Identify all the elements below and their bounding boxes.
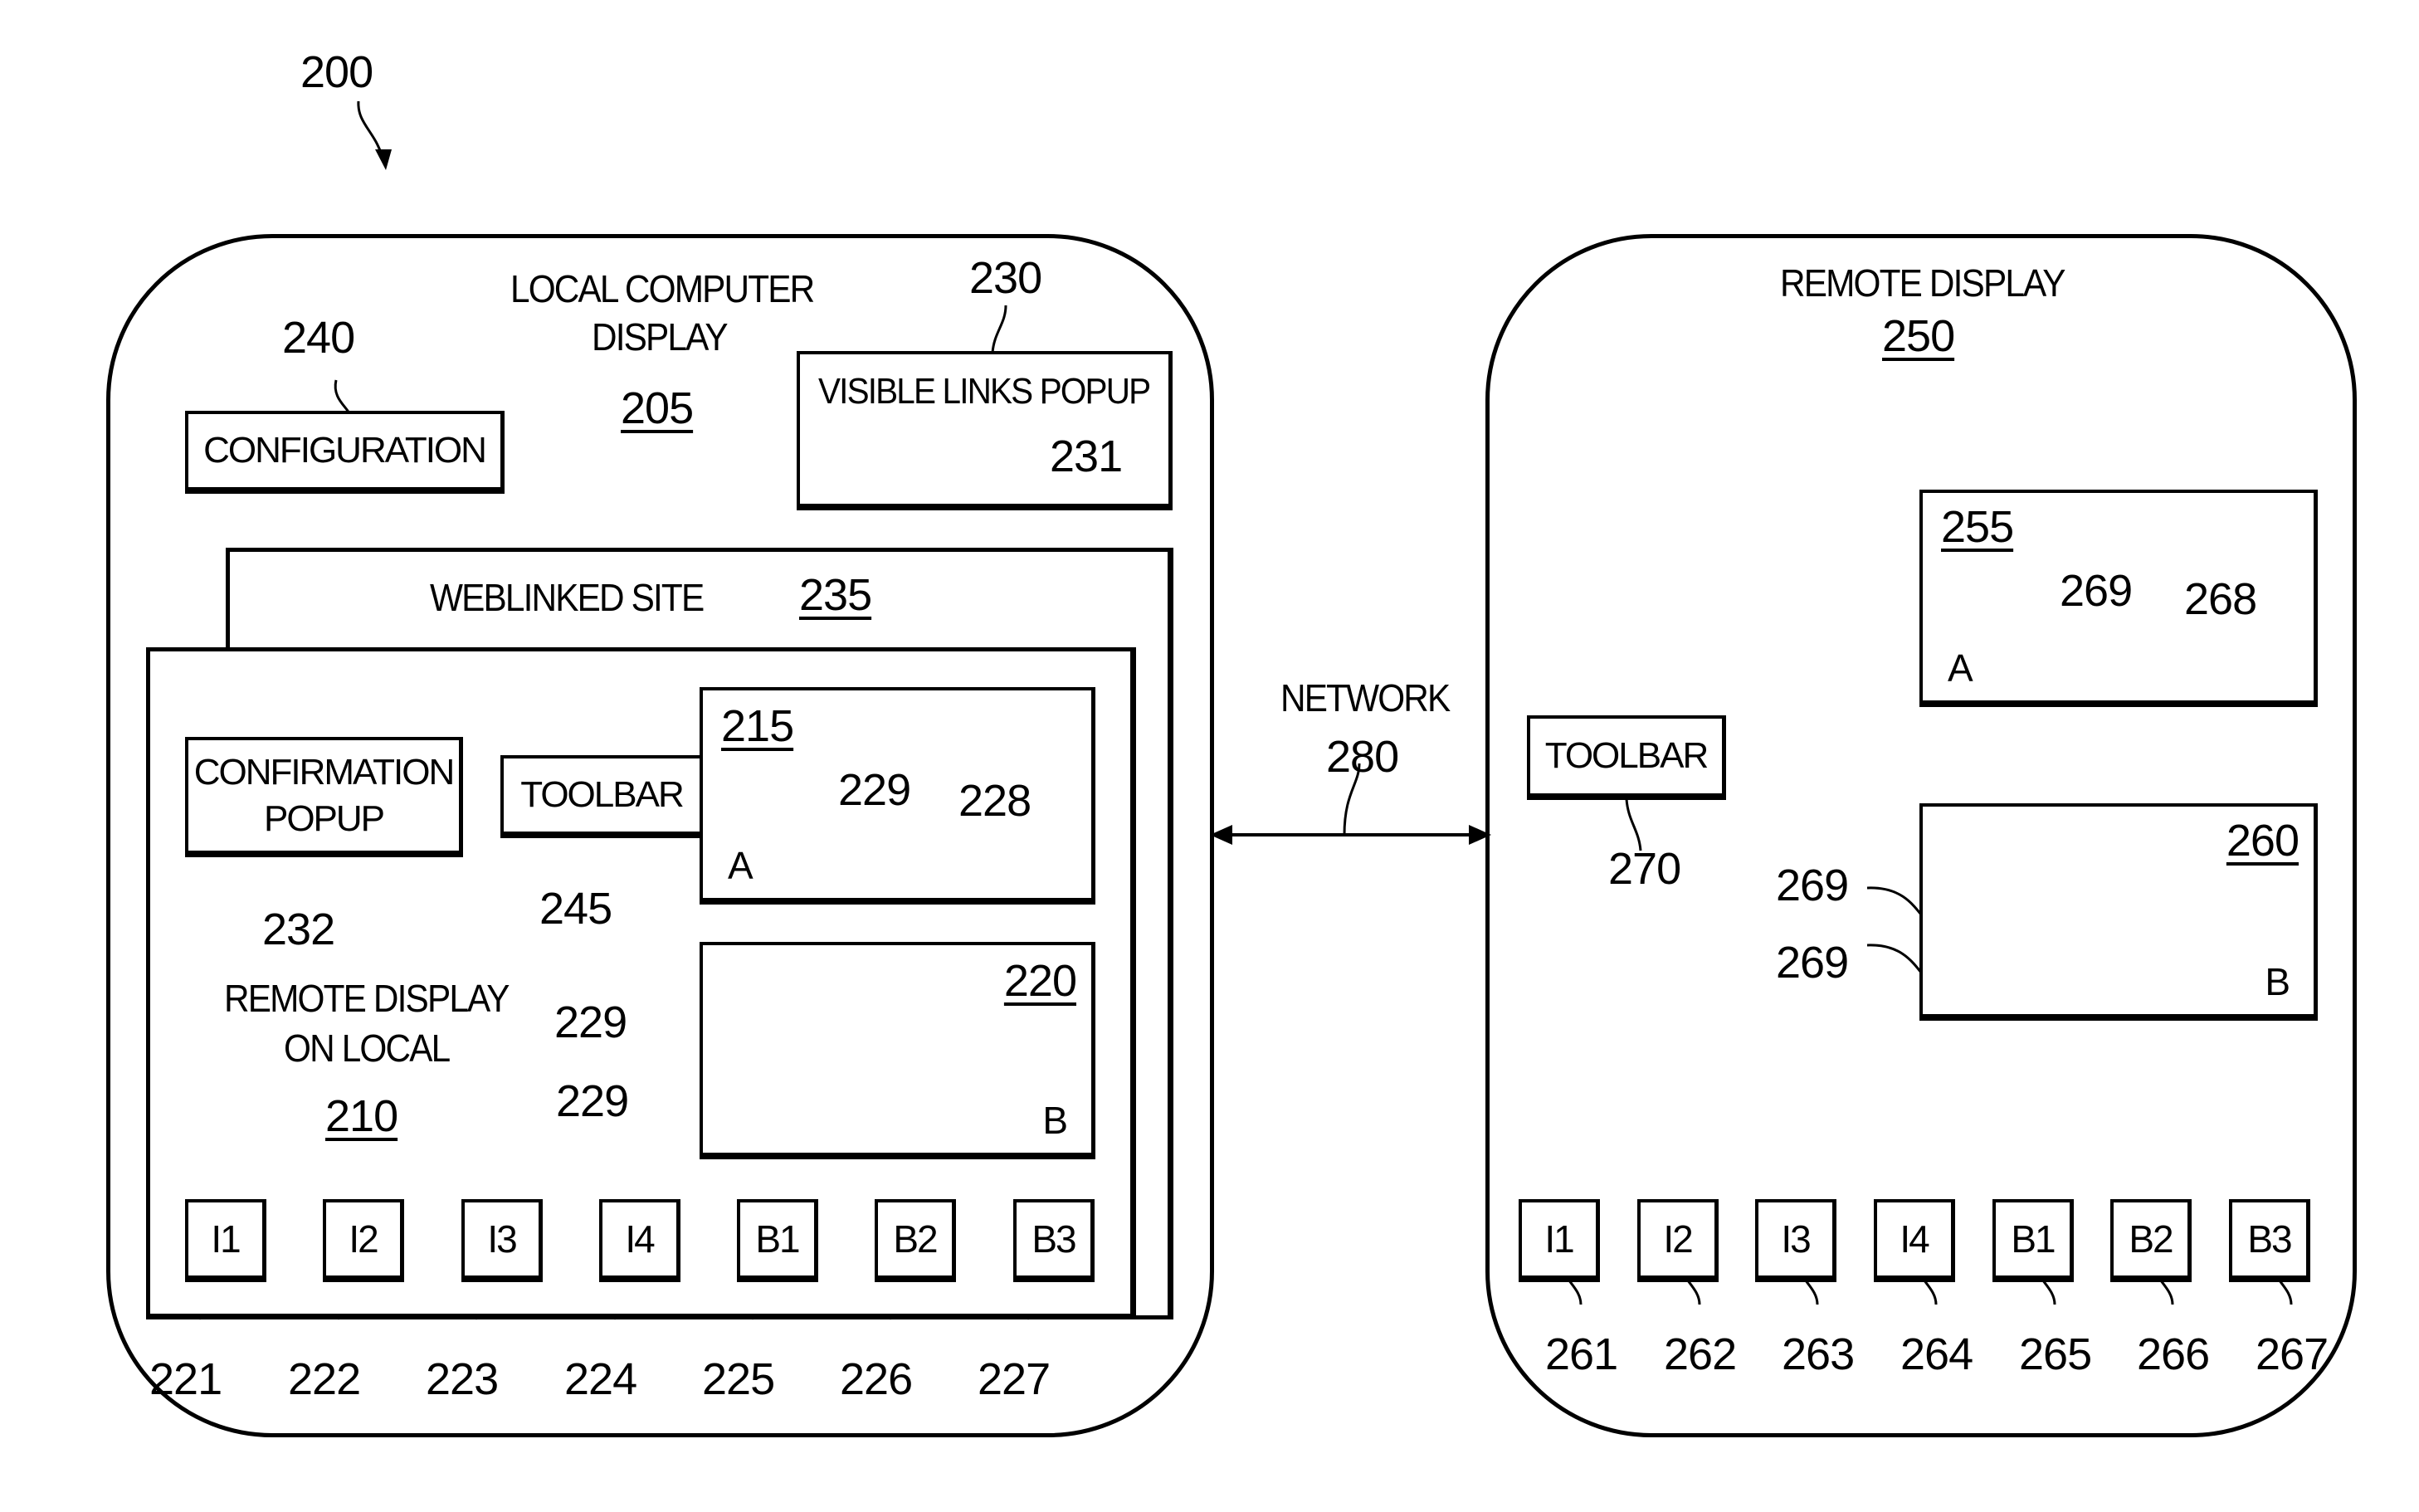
remote-window-a-ref: 255: [1941, 502, 2014, 552]
network-label: NETWORK: [1280, 676, 1451, 719]
remote-icon-b3-label: B3: [2247, 1217, 2292, 1261]
remote-toolbar-label: TOOLBAR: [1544, 735, 1709, 776]
remote-icon-i3-label: I3: [1781, 1217, 1811, 1261]
remote-icon-i2[interactable]: I2: [1637, 1199, 1719, 1282]
figure-ref-label: 200: [300, 47, 373, 97]
visible-links-popup-ref: 230: [969, 253, 1042, 303]
local-toolbar-label: TOOLBAR: [520, 774, 684, 815]
remote-window-b-link-ref-1: 269: [1776, 861, 1849, 910]
local-icon-i2-label: I2: [349, 1217, 378, 1261]
local-icon-b2-ref: 226: [840, 1354, 913, 1404]
remote-toolbar[interactable]: TOOLBAR: [1527, 715, 1726, 800]
remote-icon-i4-label: I4: [1900, 1217, 1929, 1261]
local-icon-b2-label: B2: [893, 1217, 938, 1261]
local-icon-b3[interactable]: B3: [1013, 1199, 1095, 1282]
local-icon-i1[interactable]: I1: [185, 1199, 266, 1282]
remote-display-ref: 250: [1882, 311, 1955, 361]
local-icon-i4-ref: 224: [564, 1354, 637, 1404]
local-icon-b1-ref: 225: [702, 1354, 775, 1404]
local-icon-b1-label: B1: [755, 1217, 800, 1261]
local-window-b-link-ref-2: 229: [556, 1076, 629, 1126]
remote-icon-b2-label: B2: [2129, 1217, 2173, 1261]
confirmation-popup-label-1: CONFIRMATION: [193, 751, 455, 793]
local-icon-b1[interactable]: B1: [737, 1199, 818, 1282]
remote-icon-i3[interactable]: I3: [1755, 1199, 1836, 1282]
local-toolbar-ref: 245: [539, 884, 612, 934]
local-display-title-1: LOCAL COMPUTER: [510, 267, 815, 310]
remote-icon-b1-label: B1: [2011, 1217, 2056, 1261]
local-toolbar[interactable]: TOOLBAR: [500, 755, 704, 838]
local-icon-b3-label: B3: [1031, 1217, 1076, 1261]
remote-icon-i1-label: I1: [1544, 1217, 1574, 1261]
local-window-a-dashed-ref: 228: [958, 776, 1031, 826]
remote-icon-b2-ref: 266: [2137, 1329, 2210, 1379]
remote-display-on-local-label-2: ON LOCAL: [284, 1027, 451, 1070]
remote-toolbar-ref: 270: [1608, 844, 1681, 894]
local-icon-b2[interactable]: B2: [875, 1199, 956, 1282]
configuration-ref: 240: [282, 313, 355, 363]
figure-ref-arrow: [357, 100, 385, 163]
remote-display-title: REMOTE DISPLAY: [1780, 261, 2066, 305]
visible-links-popup-label: VISIBLE LINKS POPUP: [818, 371, 1151, 412]
visible-links-popup[interactable]: VISIBLE LINKS POPUP: [797, 351, 1173, 510]
local-icon-i2-ref: 222: [288, 1354, 361, 1404]
configuration-button[interactable]: CONFIGURATION: [185, 411, 505, 494]
remote-icon-i3-ref: 263: [1782, 1329, 1855, 1379]
local-icon-i1-label: I1: [211, 1217, 241, 1261]
local-window-a-letter: A: [728, 844, 753, 887]
remote-display-on-local-label-1: REMOTE DISPLAY: [224, 977, 510, 1020]
local-display-title-2: DISPLAY: [592, 315, 729, 358]
confirmation-popup-label-2: POPUP: [263, 797, 385, 839]
local-window-b[interactable]: 220 B: [700, 942, 1095, 1159]
figure-ref-arrowhead: [375, 149, 392, 170]
remote-icon-b2[interactable]: B2: [2110, 1199, 2192, 1282]
local-icon-b3-ref: 227: [978, 1354, 1051, 1404]
remote-icon-b1-ref: 265: [2019, 1329, 2092, 1379]
network-ref: 280: [1326, 732, 1399, 782]
remote-window-a-letter: A: [1948, 646, 1973, 690]
confirmation-popup[interactable]: CONFIRMATION POPUP: [185, 737, 463, 857]
local-icon-i1-ref: 221: [149, 1354, 222, 1404]
remote-icon-i2-ref: 262: [1664, 1329, 1737, 1379]
visible-link-ref: 231: [1050, 432, 1123, 481]
remote-icon-b3[interactable]: B3: [2229, 1199, 2310, 1282]
local-icon-i3-ref: 223: [426, 1354, 499, 1404]
local-display-ref: 205: [621, 383, 694, 433]
remote-window-b-link-ref-2: 269: [1776, 938, 1849, 988]
remote-window-b[interactable]: 260 B: [1919, 803, 2318, 1021]
configuration-label: CONFIGURATION: [203, 430, 487, 471]
local-icon-i3[interactable]: I3: [461, 1199, 543, 1282]
remote-display-on-local-ref: 210: [325, 1091, 398, 1141]
local-window-b-link-ref-1: 229: [554, 997, 627, 1047]
weblinked-site-label: WEBLINKED SITE: [430, 576, 705, 619]
local-icon-i2[interactable]: I2: [323, 1199, 404, 1282]
confirmation-popup-ref: 232: [262, 905, 335, 954]
local-window-b-letter: B: [1042, 1099, 1068, 1142]
local-window-b-ref: 220: [1003, 956, 1077, 1006]
remote-icon-i1-ref: 261: [1545, 1329, 1618, 1379]
remote-window-a-dashed-ref: 268: [2184, 574, 2257, 624]
local-window-a-link-ref: 229: [838, 765, 911, 815]
remote-icon-i4[interactable]: I4: [1874, 1199, 1955, 1282]
local-icon-i3-label: I3: [487, 1217, 517, 1261]
local-icon-i4[interactable]: I4: [599, 1199, 680, 1282]
remote-icon-b3-ref: 267: [2256, 1329, 2329, 1379]
remote-icon-i1[interactable]: I1: [1519, 1199, 1600, 1282]
remote-window-b-ref: 260: [2226, 816, 2300, 866]
remote-icon-i2-label: I2: [1663, 1217, 1693, 1261]
remote-icon-i4-ref: 264: [1900, 1329, 1973, 1379]
local-icon-i4-label: I4: [625, 1217, 655, 1261]
remote-window-b-letter: B: [2265, 960, 2290, 1003]
weblinked-site-ref: 235: [799, 570, 872, 620]
local-window-a-ref: 215: [721, 701, 794, 751]
remote-icon-b1[interactable]: B1: [1992, 1199, 2074, 1282]
remote-window-a-link-ref: 269: [2060, 566, 2133, 616]
